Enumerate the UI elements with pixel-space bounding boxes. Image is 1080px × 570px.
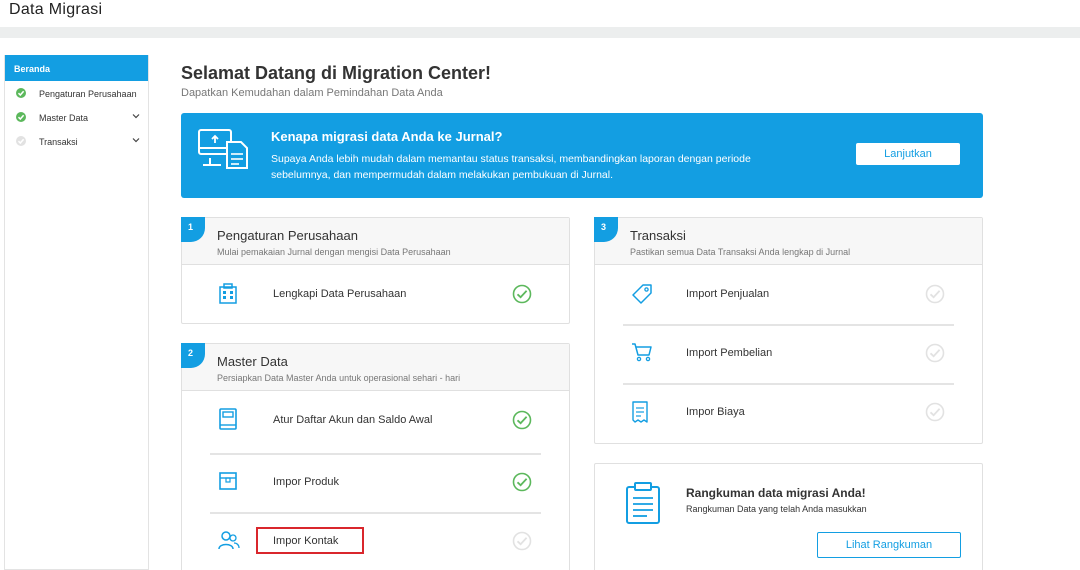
contacts-icon (218, 531, 240, 550)
section-title: Master Data (217, 354, 288, 369)
box-icon (219, 472, 237, 490)
task-label: Impor Produk (273, 476, 340, 488)
task-row-sales[interactable]: Import Penjualan (595, 265, 982, 324)
task-row-products[interactable]: Impor Produk (182, 453, 569, 512)
task-row-company-data[interactable]: Lengkapi Data Perusahaan (182, 265, 569, 324)
receipt-icon (632, 401, 648, 423)
task-row-purchases[interactable]: Import Pembelian (595, 324, 982, 383)
task-row-accounts[interactable]: Atur Daftar Akun dan Saldo Awal (182, 391, 569, 453)
check-circle-pending-icon (925, 402, 945, 422)
check-circle-icon (16, 112, 26, 122)
check-circle-pending-icon (925, 343, 945, 363)
section-title: Transaksi (630, 228, 686, 243)
step-number: 1 (181, 217, 205, 242)
banner-title: Kenapa migrasi data Anda ke Jurnal? (271, 129, 503, 144)
task-row-contacts[interactable]: Impor Kontak (182, 512, 569, 570)
section-subtitle: Persiapkan Data Master Anda untuk operas… (217, 373, 461, 383)
summary-subtitle: Rangkuman Data yang telah Anda masukkan (686, 504, 867, 514)
chevron-down-icon[interactable] (132, 137, 140, 143)
sidebar-item-label: Pengaturan Perusahaan (39, 89, 137, 99)
page-title: Selamat Datang di Migration Center! (181, 63, 492, 83)
task-label: Atur Daftar Akun dan Saldo Awal (273, 414, 433, 426)
building-icon (219, 283, 237, 304)
check-circle-icon (512, 284, 532, 304)
highlight-box (256, 527, 364, 554)
banner-text: Supaya Anda lebih mudah dalam memantau s… (271, 153, 751, 181)
section-header: 2 Master Data Persiapkan Data Master And… (181, 343, 569, 391)
task-label: Import Penjualan (686, 288, 770, 300)
check-circle-icon (512, 410, 532, 430)
step-number: 2 (181, 343, 205, 368)
clipboard-icon (626, 482, 660, 524)
sidebar-item-master-data[interactable]: Master Data (5, 105, 148, 129)
header-divider (0, 27, 1080, 38)
cart-icon (632, 343, 652, 362)
view-summary-button[interactable]: Lihat Rangkuman (817, 532, 961, 558)
task-label: Import Pembelian (686, 347, 773, 359)
section-card-transactions: 3 Transaksi Pastikan semua Data Transaks… (594, 217, 983, 444)
section-card-master-data: 2 Master Data Persiapkan Data Master And… (181, 343, 570, 570)
check-circle-icon (16, 88, 26, 98)
step-number: 3 (594, 217, 618, 242)
summary-card: Rangkuman data migrasi Anda! Rangkuman D… (594, 463, 983, 570)
summary-title: Rangkuman data migrasi Anda! (686, 486, 866, 500)
sidebar-item-transaksi[interactable]: Transaksi (5, 129, 148, 153)
page-subtitle: Dapatkan Kemudahan dalam Pemindahan Data… (181, 87, 443, 99)
task-row-expenses[interactable]: Impor Biaya (595, 383, 982, 442)
check-circle-icon (512, 472, 532, 492)
check-circle-icon (16, 136, 26, 146)
section-header: 3 Transaksi Pastikan semua Data Transaks… (594, 217, 982, 265)
tag-icon (632, 284, 652, 304)
task-label: Impor Biaya (686, 406, 745, 418)
sidebar-item-pengaturan-perusahaan[interactable]: Pengaturan Perusahaan (5, 81, 148, 105)
app-title: Data Migrasi (9, 1, 103, 18)
sidebar: Beranda Pengaturan Perusahaan Master Dat… (4, 55, 149, 570)
book-icon (219, 408, 237, 430)
chevron-down-icon[interactable] (132, 113, 140, 119)
section-subtitle: Pastikan semua Data Transaksi Anda lengk… (630, 247, 851, 257)
section-card-company: 1 Pengaturan Perusahaan Mulai pemakaian … (181, 217, 570, 324)
top-bar: Data Migrasi (0, 0, 1080, 27)
task-label: Lengkapi Data Perusahaan (273, 288, 407, 300)
check-circle-pending-icon (925, 284, 945, 304)
continue-button[interactable]: Lanjutkan (856, 143, 960, 165)
sidebar-item-label: Transaksi (39, 137, 78, 147)
section-title: Pengaturan Perusahaan (217, 228, 358, 243)
info-banner: Kenapa migrasi data Anda ke Jurnal? Supa… (181, 113, 983, 198)
sidebar-item-beranda[interactable]: Beranda (5, 55, 148, 81)
section-subtitle: Mulai pemakaian Jurnal dengan mengisi Da… (217, 247, 451, 257)
monitor-document-icon (198, 129, 248, 169)
sidebar-item-label: Master Data (39, 113, 89, 123)
check-circle-pending-icon (512, 531, 532, 551)
section-header: 1 Pengaturan Perusahaan Mulai pemakaian … (181, 217, 569, 265)
